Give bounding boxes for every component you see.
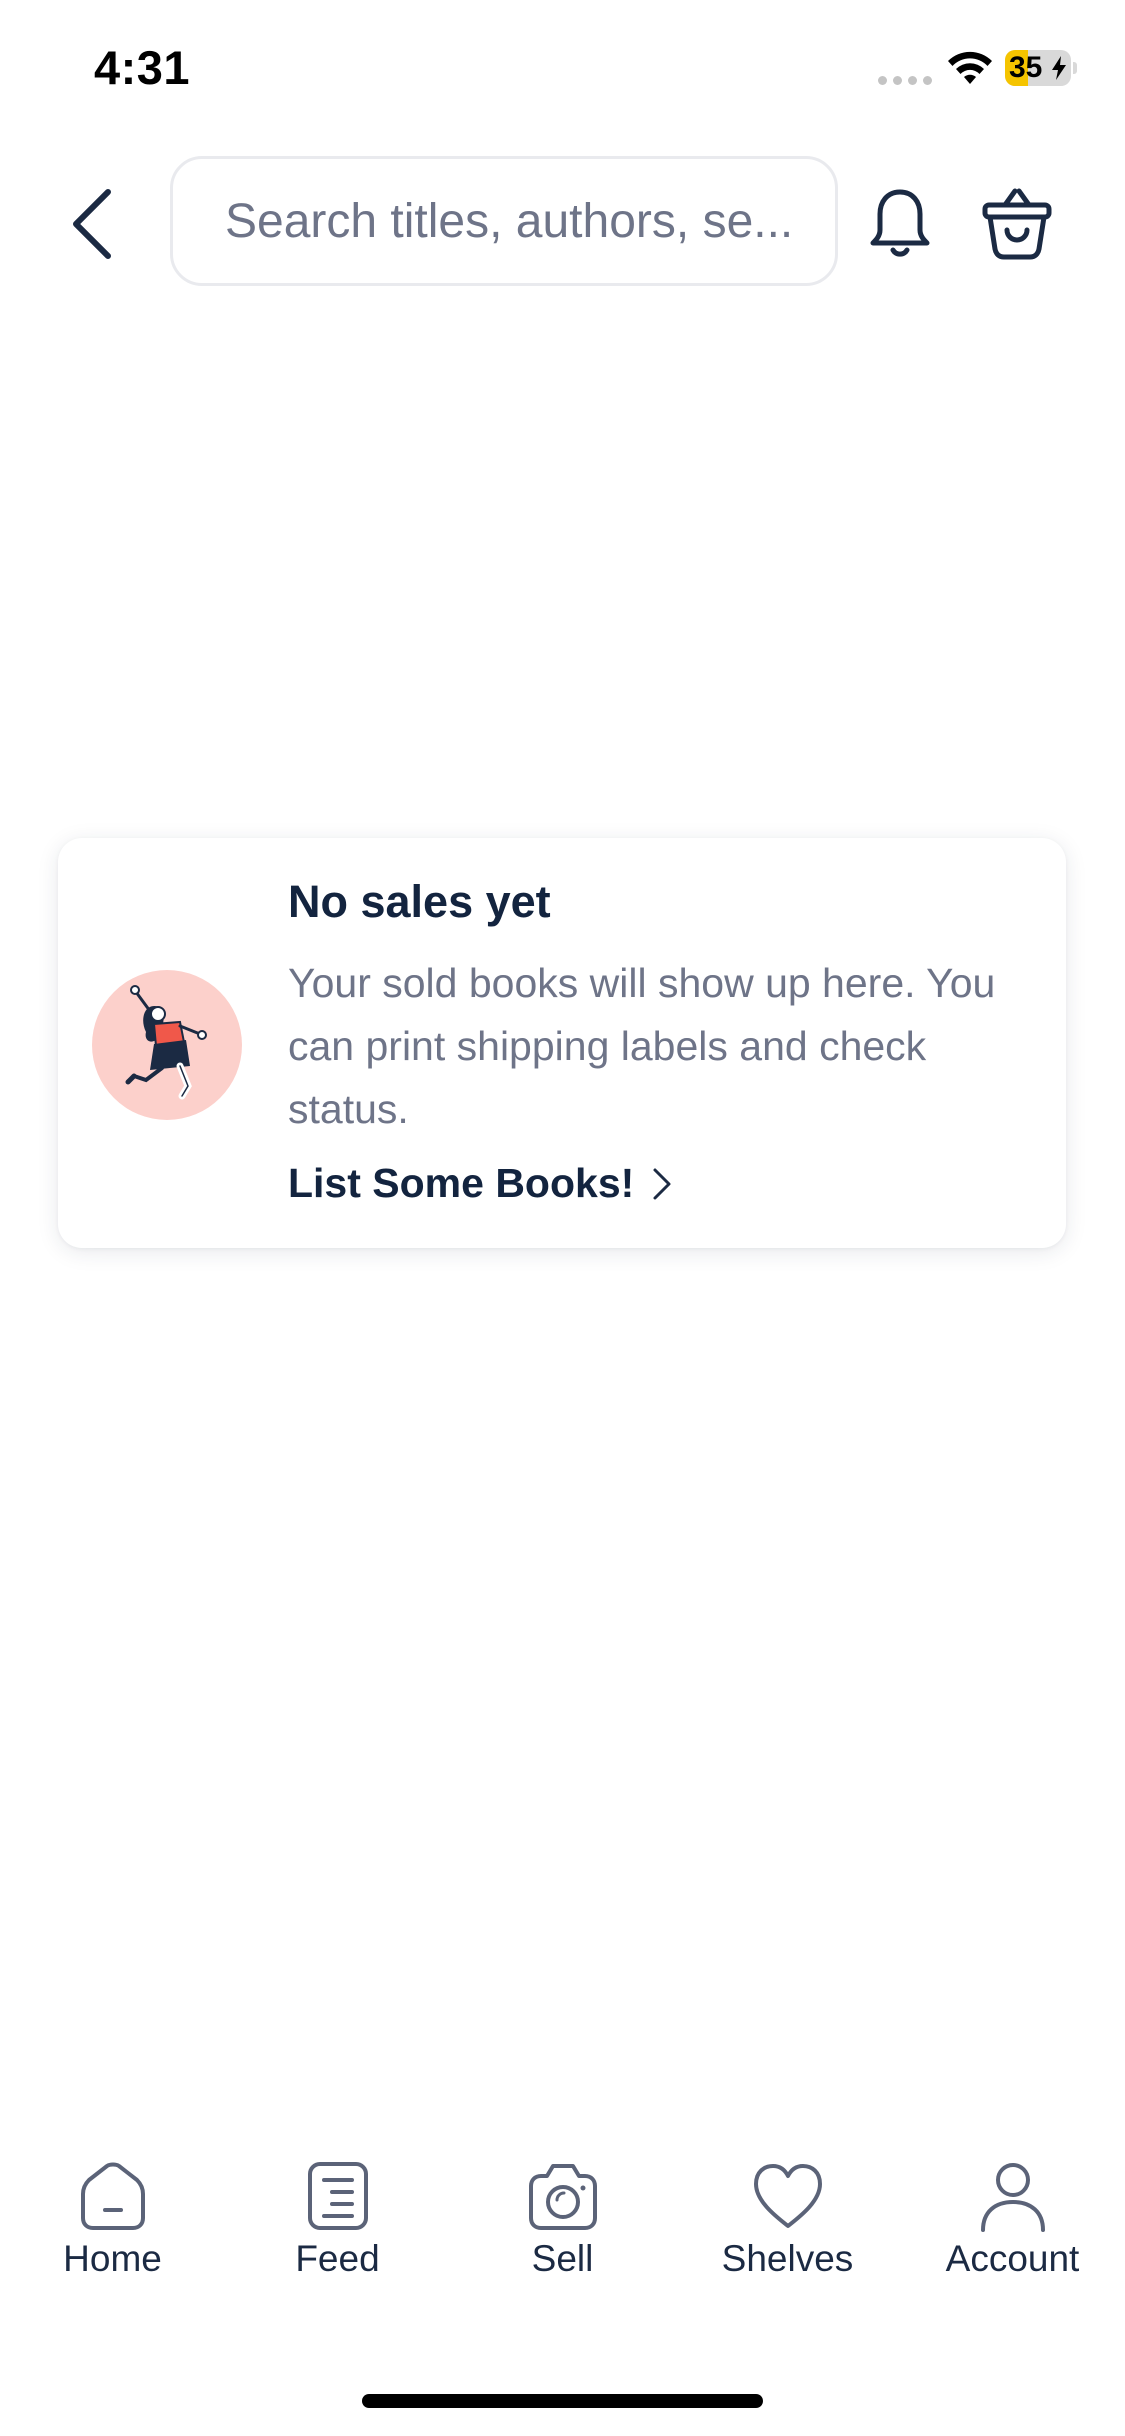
list-some-books-label: List Some Books!	[288, 1160, 635, 1206]
tab-feed-label: Feed	[295, 2238, 380, 2279]
empty-state-message: Your sold books will show up here. You c…	[288, 960, 996, 1132]
status-time: 4:31	[94, 41, 191, 94]
tab-sell-label: Sell	[531, 2238, 594, 2279]
tab-sell[interactable]: Sell	[450, 2160, 675, 2300]
battery-icon: 35	[1005, 50, 1077, 86]
signal-dots-icon	[878, 76, 932, 85]
tab-shelves[interactable]: Shelves	[675, 2160, 900, 2300]
tab-feed[interactable]: Feed	[225, 2160, 450, 2300]
battery-level: 35	[1009, 51, 1043, 84]
camera-icon	[528, 2164, 597, 2230]
tab-account[interactable]: Account	[900, 2160, 1125, 2300]
notifications-button[interactable]	[862, 182, 938, 264]
user-icon	[980, 2163, 1045, 2232]
search-box[interactable]	[170, 156, 838, 286]
tab-shelves-label: Shelves	[721, 2238, 854, 2279]
chevron-left-icon	[73, 189, 111, 259]
basket-icon	[982, 188, 1052, 260]
cart-button[interactable]	[978, 182, 1056, 264]
home-icon	[80, 2162, 145, 2230]
feed-icon	[307, 2162, 368, 2230]
screen: 4:31 35 Search titles, authors, se... No…	[0, 0, 1125, 2436]
status-bar: 4:31 35	[0, 0, 1125, 130]
tab-bar: Home Feed Sell Shelves Account	[0, 2160, 1125, 2300]
search-input[interactable]	[223, 192, 807, 250]
list-some-books-link[interactable]: List Some Books!	[288, 1160, 672, 1207]
bell-icon	[870, 189, 930, 257]
back-button[interactable]	[56, 176, 128, 272]
empty-state-card: No sales yet Your sold books will show u…	[58, 838, 1066, 1248]
chevron-right-icon	[653, 1168, 671, 1199]
wifi-icon	[948, 51, 992, 84]
home-indicator	[362, 2394, 763, 2408]
charging-bolt-icon	[1052, 56, 1066, 80]
heart-icon	[753, 2164, 822, 2228]
empty-state-title: No sales yet	[288, 876, 551, 927]
tab-account-label: Account	[945, 2238, 1080, 2279]
jumping-woman-illustration	[92, 970, 242, 1120]
tab-home[interactable]: Home	[0, 2160, 225, 2300]
tab-home-label: Home	[63, 2238, 162, 2279]
